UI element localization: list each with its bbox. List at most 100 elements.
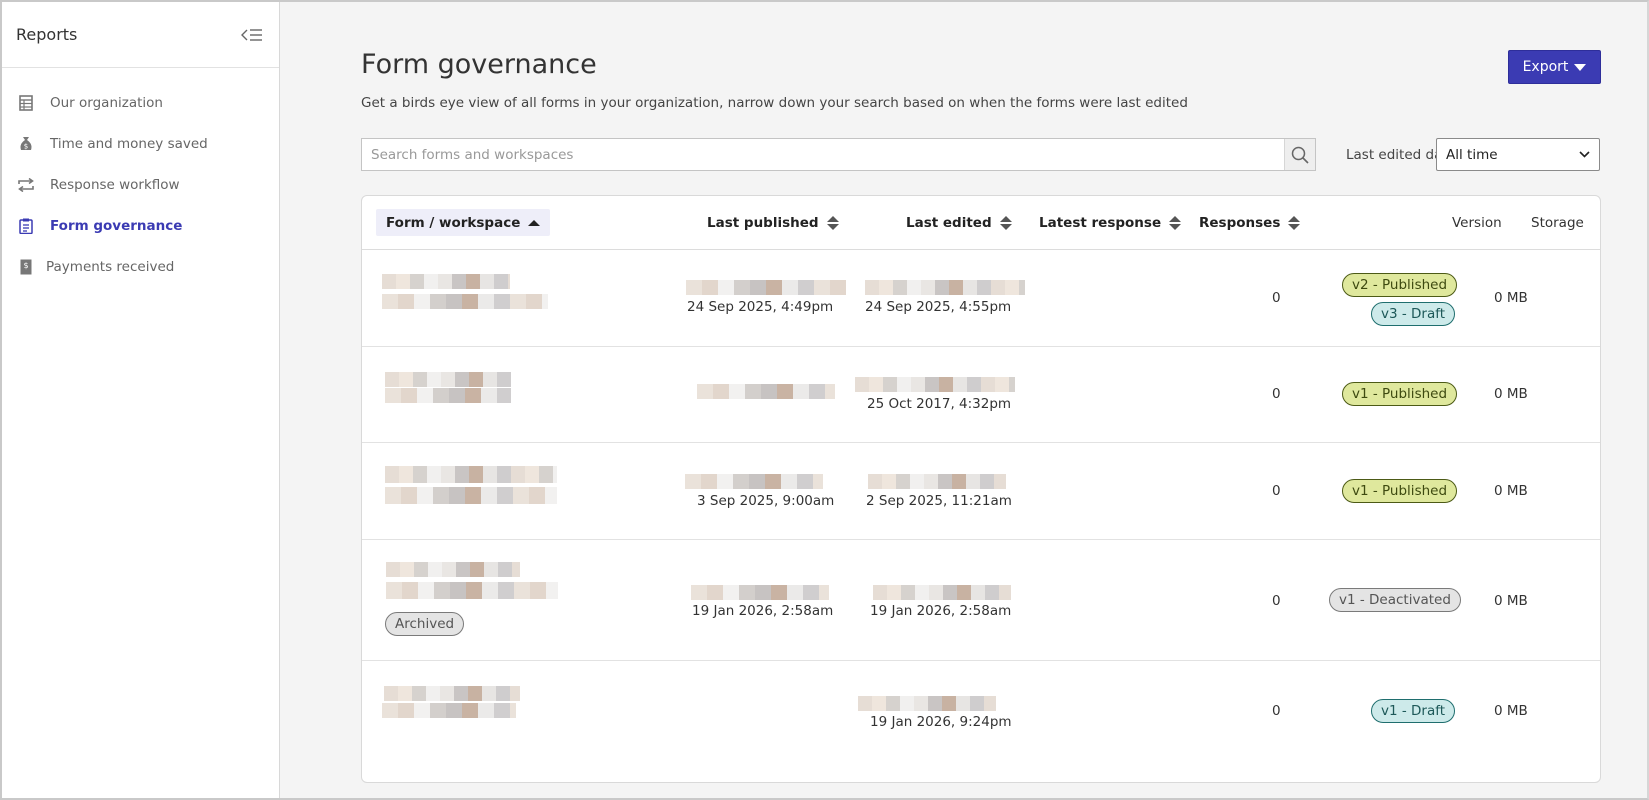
version-badge: v1 - Draft xyxy=(1371,699,1456,723)
column-header-label: Last edited xyxy=(906,215,992,231)
sidebar-header: Reports xyxy=(2,2,279,68)
search-button[interactable] xyxy=(1284,139,1315,170)
chevron-down-icon xyxy=(1579,151,1590,158)
redacted-workspace-name xyxy=(385,388,511,403)
column-header-label: Responses xyxy=(1199,215,1281,231)
sidebar-item-label: Payments received xyxy=(46,258,175,275)
svg-text:$: $ xyxy=(24,142,28,150)
redacted-editor xyxy=(868,474,1006,489)
redacted-publisher xyxy=(686,280,846,295)
archived-badge: Archived xyxy=(385,612,465,636)
responses-count: 0 xyxy=(1272,703,1281,719)
last-edited-date: 25 Oct 2017, 4:32pm xyxy=(867,396,1012,412)
responses-count: 0 xyxy=(1272,386,1281,402)
storage-size: 0 MB xyxy=(1494,703,1528,719)
export-button-label: Export xyxy=(1522,59,1569,75)
column-header-latest-response[interactable]: Latest response xyxy=(1039,196,1182,250)
column-header-form-workspace[interactable]: Form / workspace xyxy=(376,209,551,236)
table-row[interactable]: Archived 19 Jan 2026, 2:58am 19 Jan 2026… xyxy=(362,540,1600,661)
payment-receipt-icon: $ xyxy=(16,257,36,277)
storage-size: 0 MB xyxy=(1494,386,1528,402)
sidebar-item-form-governance[interactable]: Form governance xyxy=(2,205,279,246)
sidebar-item-label: Our organization xyxy=(50,94,163,111)
sidebar-item-time-and-money-saved[interactable]: $ Time and money saved xyxy=(2,123,279,164)
redacted-form-name xyxy=(386,562,520,577)
responses-count: 0 xyxy=(1272,290,1281,306)
last-edited-date: 19 Jan 2026, 9:24pm xyxy=(870,714,1012,730)
version-badge: v1 - Published xyxy=(1342,479,1458,503)
sort-icon xyxy=(1288,216,1301,230)
search-input[interactable] xyxy=(362,139,1284,170)
redacted-workspace-name xyxy=(385,487,557,504)
search-box xyxy=(361,138,1316,171)
caret-down-icon xyxy=(1574,63,1587,71)
clipboard-icon xyxy=(16,216,36,236)
column-header-label: Latest response xyxy=(1039,215,1162,231)
column-header-label: Storage xyxy=(1531,215,1584,231)
last-edited-date: 2 Sep 2025, 11:21am xyxy=(866,493,1012,509)
storage-size: 0 MB xyxy=(1494,290,1528,306)
export-button[interactable]: Export xyxy=(1508,50,1601,84)
sidebar-item-label: Form governance xyxy=(50,217,183,234)
sidebar-item-label: Response workflow xyxy=(50,176,180,193)
collapse-sidebar-button[interactable] xyxy=(239,22,265,48)
sidebar: Reports Our organization $ Time and mone… xyxy=(2,2,280,798)
redacted-publisher xyxy=(685,474,823,489)
column-header-responses[interactable]: Responses xyxy=(1199,196,1301,250)
redacted-publisher xyxy=(697,384,835,399)
table-row[interactable]: 3 Sep 2025, 9:00am 2 Sep 2025, 11:21am 0… xyxy=(362,443,1600,540)
redacted-form-name xyxy=(382,274,510,289)
workflow-arrows-icon xyxy=(16,175,36,195)
page-title: Form governance xyxy=(361,49,597,80)
column-header-label: Version xyxy=(1452,215,1502,231)
last-edited-date-value: All time xyxy=(1446,146,1498,163)
sidebar-nav: Our organization $ Time and money saved … xyxy=(2,68,279,287)
storage-size: 0 MB xyxy=(1494,593,1528,609)
sort-icon xyxy=(999,216,1012,230)
version-badge: v1 - Deactivated xyxy=(1329,588,1461,612)
svg-text:$: $ xyxy=(23,261,28,270)
table-row[interactable]: 24 Sep 2025, 4:49pm 24 Sep 2025, 4:55pm … xyxy=(362,250,1600,347)
sort-ascending-icon xyxy=(528,219,541,226)
column-header-last-published[interactable]: Last published xyxy=(707,196,839,250)
last-published-date: 3 Sep 2025, 9:00am xyxy=(697,493,835,509)
sort-icon xyxy=(1169,216,1182,230)
sidebar-item-our-organization[interactable]: Our organization xyxy=(2,82,279,123)
money-bag-icon: $ xyxy=(16,134,36,154)
sidebar-item-payments-received[interactable]: $ Payments received xyxy=(2,246,279,287)
table-icon xyxy=(16,93,36,113)
version-badge: v3 - Draft xyxy=(1371,302,1456,326)
column-header-last-edited[interactable]: Last edited xyxy=(906,196,1012,250)
page-subtitle: Get a birds eye view of all forms in you… xyxy=(361,95,1188,111)
table-row[interactable]: 25 Oct 2017, 4:32pm 0 v1 - Published 0 M… xyxy=(362,347,1600,443)
table-row[interactable]: 19 Jan 2026, 9:24pm 0 v1 - Draft 0 MB xyxy=(362,661,1600,758)
last-edited-date: 19 Jan 2026, 2:58am xyxy=(870,603,1012,619)
redacted-workspace-name xyxy=(382,294,548,309)
redacted-editor xyxy=(855,377,1015,392)
version-badge: v1 - Published xyxy=(1342,382,1458,406)
responses-count: 0 xyxy=(1272,593,1281,609)
last-published-date: 24 Sep 2025, 4:49pm xyxy=(687,299,834,315)
search-icon xyxy=(1291,146,1309,164)
responses-count: 0 xyxy=(1272,483,1281,499)
sidebar-item-label: Time and money saved xyxy=(50,135,208,152)
sidebar-item-response-workflow[interactable]: Response workflow xyxy=(2,164,279,205)
collapse-sidebar-icon xyxy=(241,28,262,41)
last-edited-date-select[interactable]: All time xyxy=(1436,138,1600,171)
redacted-form-name xyxy=(384,686,520,701)
table-header: Form / workspace Last published Last edi… xyxy=(362,196,1600,250)
column-header-label: Last published xyxy=(707,215,819,231)
redacted-editor xyxy=(873,585,1011,600)
sidebar-title: Reports xyxy=(16,25,78,44)
last-published-date: 19 Jan 2026, 2:58am xyxy=(692,603,834,619)
last-edited-date: 24 Sep 2025, 4:55pm xyxy=(865,299,1012,315)
redacted-editor xyxy=(865,280,1025,295)
redacted-workspace-name xyxy=(386,582,558,599)
form-governance-table: Form / workspace Last published Last edi… xyxy=(361,195,1601,783)
redacted-editor xyxy=(858,696,996,711)
redacted-form-name xyxy=(385,372,511,387)
redacted-form-name xyxy=(385,466,557,483)
column-header-version: Version xyxy=(1452,196,1502,250)
column-header-storage: Storage xyxy=(1531,196,1584,250)
version-badge: v2 - Published xyxy=(1342,273,1458,297)
